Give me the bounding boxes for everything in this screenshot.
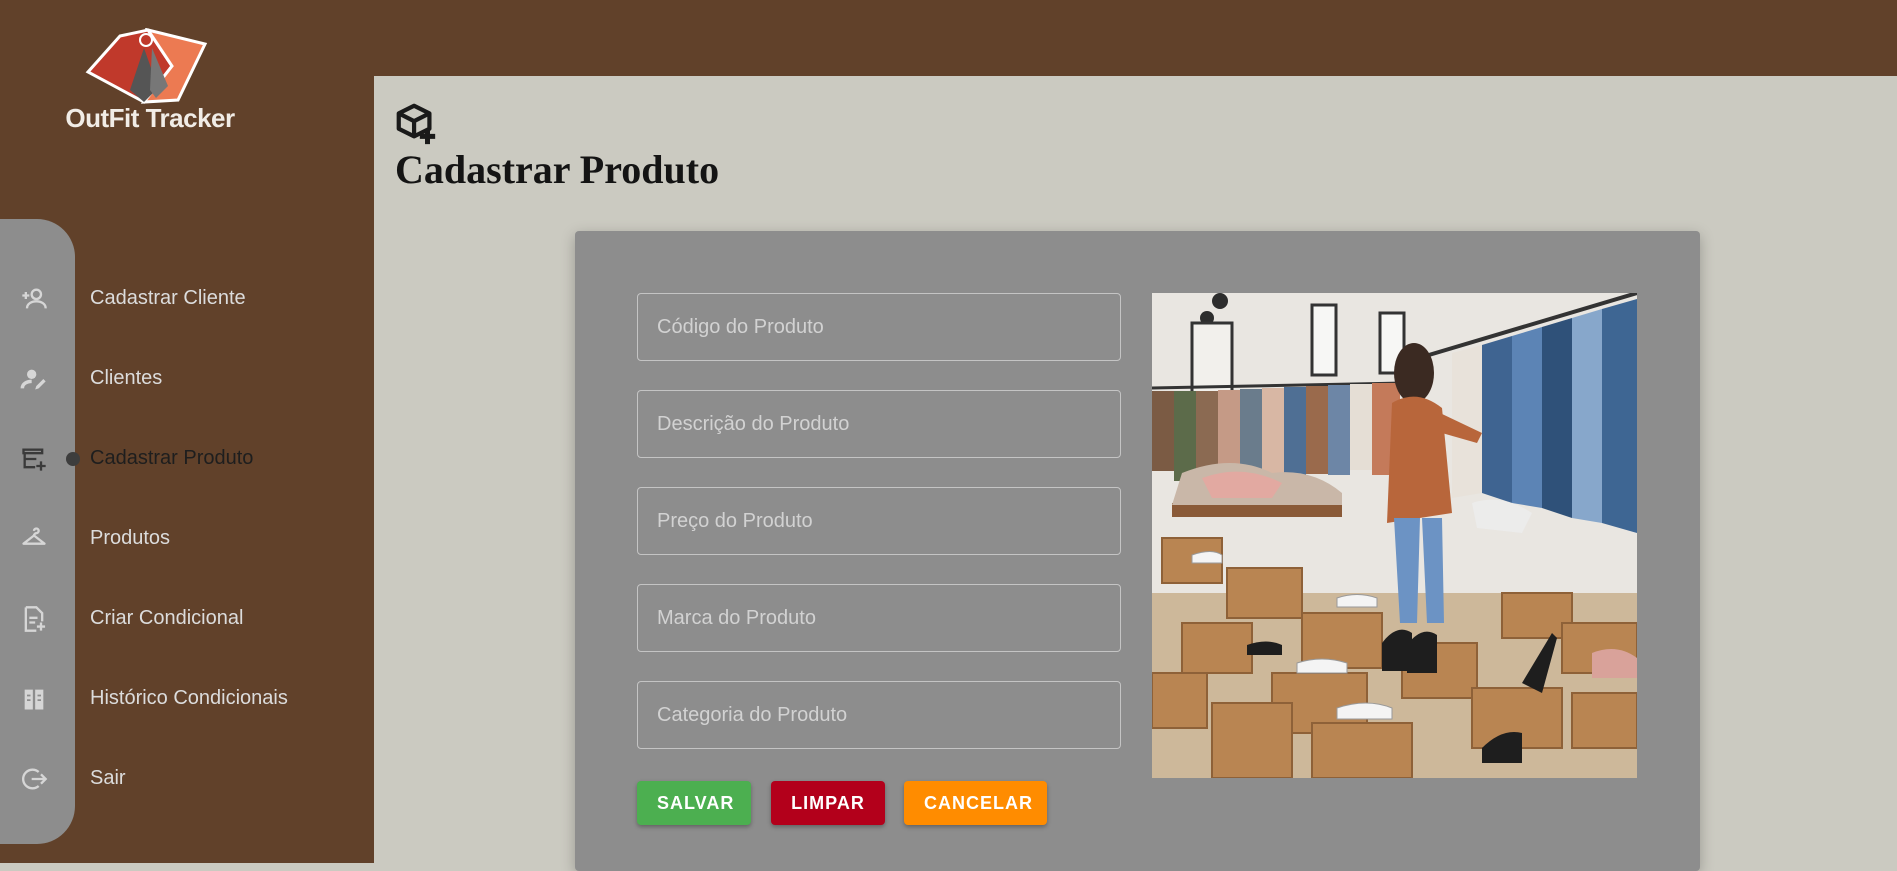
logo: OutFit Tracker (60, 27, 240, 138)
sidebar-item-label: Cadastrar Produto (90, 447, 254, 469)
book-history-icon (24, 689, 44, 710)
sidebar-item-label: Criar Condicional (90, 607, 244, 629)
store-add-icon (22, 448, 46, 471)
sidebar-item-label: Histórico Condicionais (90, 687, 288, 709)
logo-icon (85, 27, 208, 104)
store-illustration (1152, 293, 1637, 778)
sidebar-item-produtos[interactable]: Produtos (0, 512, 374, 564)
sidebar-item-label: Sair (90, 767, 126, 789)
logout-icon (22, 768, 48, 790)
preco-input[interactable] (638, 488, 1120, 554)
product-form-card: SALVAR LIMPAR CANCELAR (575, 231, 1700, 871)
marca-input[interactable] (638, 585, 1120, 651)
sidebar-item-label: Clientes (90, 367, 163, 389)
sidebar-item-cadastrar-produto[interactable]: Cadastrar Produto (0, 432, 374, 484)
person-edit-icon (20, 369, 46, 390)
package-add-icon (396, 103, 436, 145)
sidebar-item-clientes[interactable]: Clientes (0, 352, 374, 404)
hanger-icon (22, 527, 46, 545)
marca-field-wrapper (637, 584, 1121, 652)
page-title: Cadastrar Produto (395, 147, 720, 192)
person-add-icon (22, 288, 47, 309)
sidebar-item-historico-condicionais[interactable]: Histórico Condicionais (0, 672, 374, 724)
sidebar-item-sair[interactable]: Sair (0, 752, 374, 804)
sidebar-item-cadastrar-cliente[interactable]: Cadastrar Cliente (0, 272, 374, 324)
codigo-field-wrapper (637, 293, 1121, 361)
descricao-field-wrapper (637, 390, 1121, 458)
preco-field-wrapper (637, 487, 1121, 555)
document-add-icon (24, 606, 46, 632)
sidebar-item-criar-condicional[interactable]: Criar Condicional (0, 592, 374, 644)
categoria-field-wrapper (637, 681, 1121, 749)
sidebar-item-label: Cadastrar Cliente (90, 287, 246, 309)
codigo-input[interactable] (638, 294, 1120, 360)
descricao-input[interactable] (638, 391, 1120, 457)
sidebar: OutFit Tracker Cadastrar Cliente Cliente… (0, 0, 374, 863)
cancel-button[interactable]: CANCELAR (904, 781, 1047, 825)
top-bar (374, 0, 1897, 76)
categoria-input[interactable] (638, 682, 1120, 748)
clear-button[interactable]: LIMPAR (771, 781, 885, 825)
logo-text: OutFit Tracker (65, 103, 235, 133)
active-indicator (66, 452, 80, 466)
save-button[interactable]: SALVAR (637, 781, 751, 825)
sidebar-item-label: Produtos (90, 527, 171, 549)
